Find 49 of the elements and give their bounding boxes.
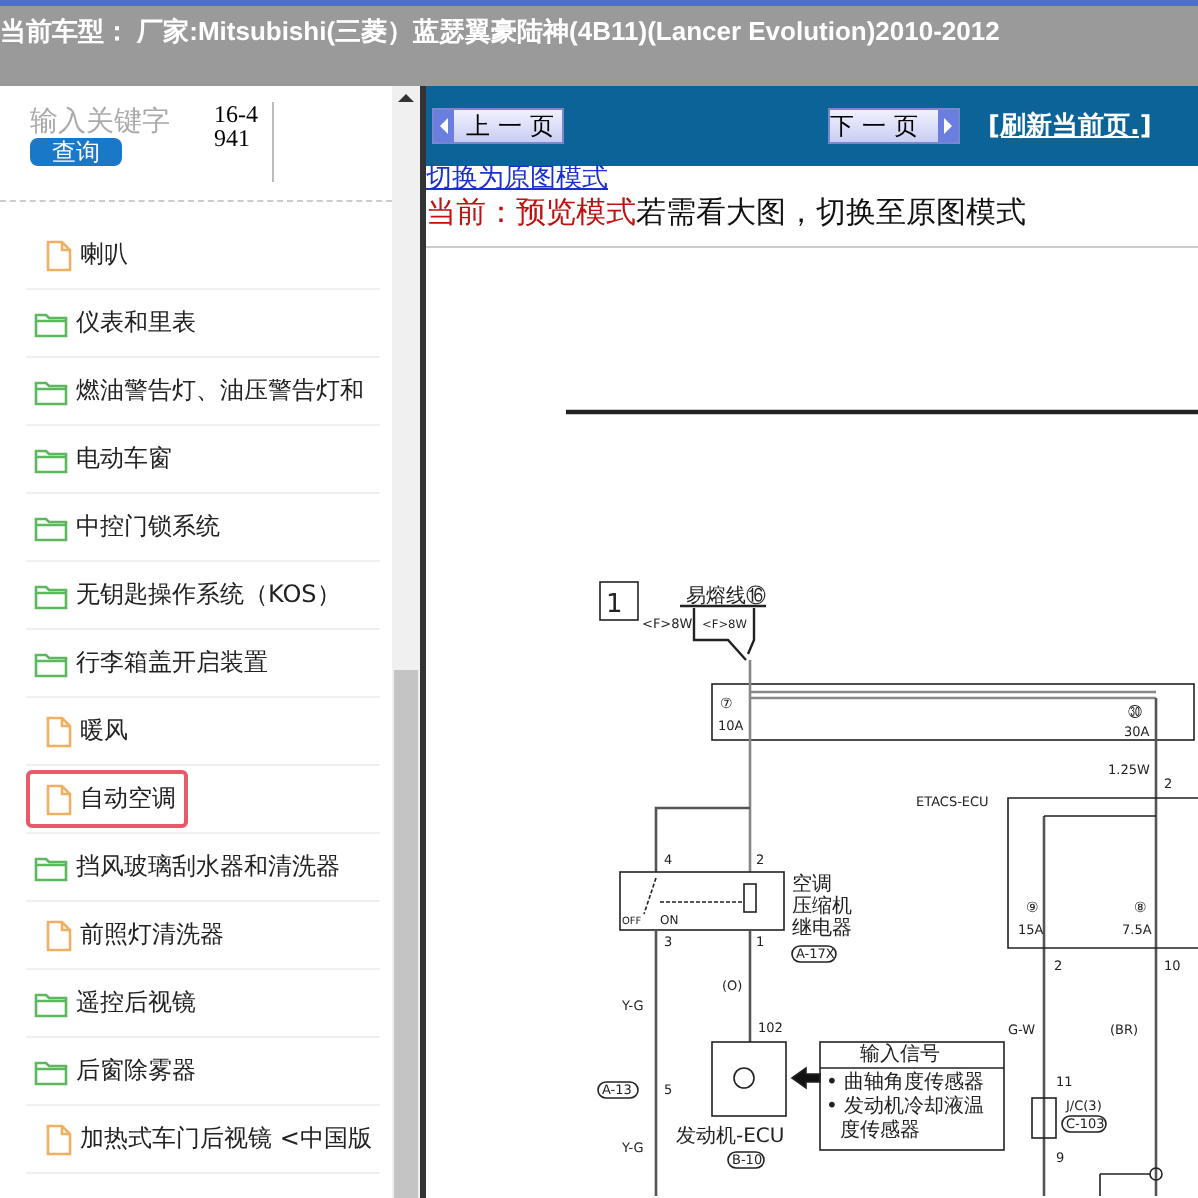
diagram-label: • 发动机冷却液温 — [826, 1096, 985, 1118]
page-number: 16-4941 — [214, 102, 274, 182]
diagram-label: 度传感器 — [840, 1120, 920, 1142]
tree-item[interactable]: 前照灯清洗器 — [26, 906, 236, 964]
scrollbar-thumb[interactable] — [394, 670, 418, 1198]
tree-item[interactable]: 无钥匙操作系统（KOS） — [26, 566, 353, 624]
file-icon — [46, 239, 72, 271]
diagram-label: 易熔线⑯ — [686, 586, 766, 608]
tree-item[interactable]: 喇叭 — [26, 226, 140, 284]
refresh-link[interactable]: [刷新当前页.] — [988, 108, 1152, 144]
folder-icon — [34, 445, 68, 473]
file-icon — [46, 1123, 72, 1155]
original-mode-link[interactable]: 切换为原图模式 — [426, 166, 1198, 192]
tree-item[interactable]: 暖风 — [26, 702, 140, 760]
file-icon — [46, 783, 72, 815]
diagram-label: • 曲轴角度传感器 — [826, 1072, 985, 1094]
tree-item[interactable]: 行李箱盖开启装置 — [26, 634, 280, 692]
diagram-label: 1 — [606, 590, 623, 620]
folder-icon — [34, 377, 68, 405]
tree-item[interactable]: 自动空调 — [26, 770, 188, 828]
tree-item[interactable]: 燃油警告灯、油压警告灯和 — [26, 362, 376, 420]
diagram-label: 继电器 — [792, 918, 852, 940]
tree-item[interactable]: 挡风玻璃刮水器和清洗器 — [26, 838, 352, 896]
vehicle-title: 当前车型： 厂家:Mitsubishi(三菱）蓝瑟翼豪陆神(4B11)(Lancer Evolution)2010-2012 — [0, 14, 1002, 50]
diagram-label: 压缩机 — [792, 896, 852, 918]
file-icon — [46, 919, 72, 951]
tree-item[interactable]: 仪表和里表 — [26, 294, 208, 352]
file-icon — [46, 715, 72, 747]
diagram-label: 空调 — [792, 874, 832, 896]
folder-icon — [34, 649, 68, 677]
folder-icon — [34, 513, 68, 541]
folder-icon — [34, 581, 68, 609]
tree-item[interactable]: 电动车窗 — [26, 430, 184, 488]
folder-icon — [34, 1057, 68, 1085]
diagram-label: 发动机-ECU — [676, 1126, 785, 1148]
diagram-label: 输入信号 — [860, 1044, 940, 1066]
search-button[interactable]: 查询 — [30, 138, 122, 166]
tree-item[interactable]: 遥控后视镜 — [26, 974, 208, 1032]
previous-page-button[interactable]: 上一页 — [432, 108, 564, 144]
current-mode-label: 当前：预览模式 — [426, 194, 636, 230]
next-page-button[interactable]: 下一页 — [828, 108, 960, 144]
tree-item[interactable]: 加热式车门后视镜 <中国版 — [26, 1110, 384, 1168]
folder-icon — [34, 989, 68, 1017]
search-field[interactable]: 输入关键字 — [30, 102, 200, 138]
tree-item[interactable]: 后窗除雾器 — [26, 1042, 208, 1100]
mode-hint: 若需看大图，切换至原图模式 — [636, 194, 1026, 230]
tree-item[interactable]: 中控门锁系统 — [26, 498, 232, 556]
folder-icon — [34, 853, 68, 881]
folder-icon — [34, 309, 68, 337]
